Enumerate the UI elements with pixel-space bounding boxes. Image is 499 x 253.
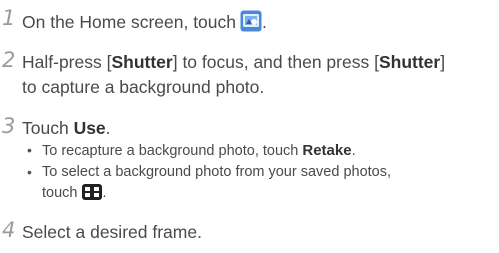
step-text: On the Home screen, touch . (22, 10, 267, 37)
step-number: 1 (2, 6, 16, 30)
step-4: 4 Select a desired frame. (0, 218, 499, 246)
bullet-marker: • (27, 164, 32, 180)
step-number: 2 (2, 48, 16, 72)
step-text: Touch Use. (22, 118, 111, 138)
step-text-line-1: Half-press [Shutter] to focus, and then … (22, 52, 446, 72)
step-number: 4 (2, 218, 16, 242)
bullet-text: To recapture a background photo, touch R… (42, 142, 356, 159)
bullet-marker: • (27, 142, 32, 158)
bullet-text-line-2: touch . (42, 184, 107, 204)
step-3: 3 Touch Use. • To recapture a background… (0, 114, 499, 214)
step-2: 2 Half-press [Shutter] to focus, and the… (0, 48, 499, 104)
step-text: Select a desired frame. (22, 222, 202, 242)
step-text-line-2: to capture a background photo. (22, 77, 265, 97)
gallery-grid-icon (82, 184, 103, 204)
bullet-text-line-1: To select a background photo from your s… (42, 164, 392, 180)
background-capture-app-icon (240, 10, 262, 37)
step-number: 3 (2, 114, 16, 138)
step-1: 1 On the Home screen, touch . (0, 6, 499, 37)
